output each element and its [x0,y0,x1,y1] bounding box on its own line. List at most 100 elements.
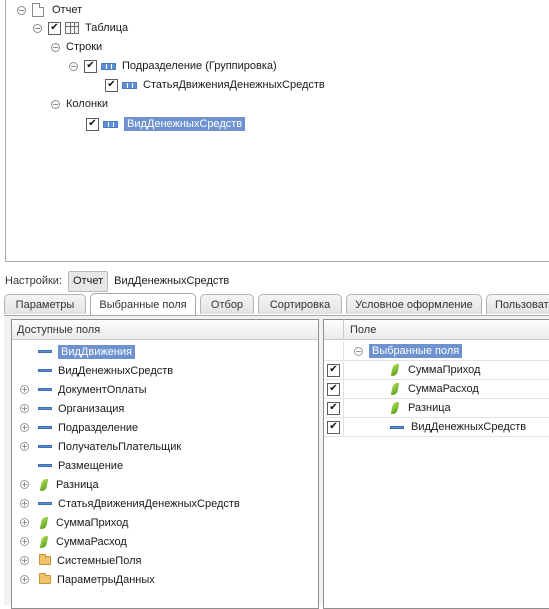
tree-node-grouping-cash-type[interactable]: ✔ ВидДенежныхСредств [86,115,246,133]
field-icon [38,426,52,429]
field-label: СуммаРасход [56,535,127,548]
table-icon [65,22,79,34]
field-label: СуммаПриход [408,364,481,376]
tab-user-settings[interactable]: Пользоват [486,294,549,314]
list-item[interactable]: + ДокументОплаты [12,380,318,399]
selected-fields-header: Поле [324,320,549,340]
field-icon [390,425,404,429]
tree-node-columns[interactable]: − Колонки [51,95,108,113]
table-row[interactable]: ✔ СуммаРасход [324,380,549,399]
enable-checkbox[interactable]: ✔ [84,59,97,73]
list-item[interactable]: + СуммаРасход [12,532,318,551]
field-label: ВидДенежныхСредств [58,364,174,377]
list-item[interactable]: + СуммаПриход [12,513,318,532]
expand-icon[interactable]: + [20,423,29,432]
field-label: СуммаПриход [56,516,129,529]
use-field-checkbox[interactable]: ✔ [327,401,340,415]
list-item[interactable]: + СтатьяДвиженияДенежныхСредств [12,494,318,513]
collapse-toggle-icon[interactable]: − [17,5,26,15]
available-fields-grid[interactable]: Доступные поля ВидДвижения ВидДенежныхСр… [11,319,319,609]
tree-node-label: ВидДенежныхСредств [124,117,246,131]
tab-filter[interactable]: Отбор [200,294,254,314]
folder-icon [39,573,51,584]
use-field-checkbox[interactable]: ✔ [327,363,340,377]
check-column-header [324,320,344,339]
settings-scope-button[interactable]: Отчет [68,270,109,292]
field-label: СуммаРасход [408,383,479,395]
tree-node-grouping-cashflow-item[interactable]: ✔ СтатьяДвиженияДенежныхСредств [105,76,325,94]
expand-icon[interactable]: + [20,537,29,546]
tree-node-grouping-subdivision[interactable]: − ✔ Подразделение (Группировка) [69,57,277,75]
list-item[interactable]: + ПолучательПлательщик [12,437,318,456]
tree-node-label: Таблица [85,22,129,34]
list-item[interactable]: ВидДенежныхСредств [12,361,318,380]
expand-icon[interactable]: + [20,575,29,584]
enable-checkbox[interactable]: ✔ [48,21,61,35]
list-item[interactable]: Размещение [12,456,318,475]
collapse-toggle-icon[interactable]: − [354,346,363,356]
field-label: Размещение [58,459,124,472]
tab-parameters[interactable]: Параметры [4,294,86,314]
field-label: СистемныеПоля [57,554,142,567]
selected-fields-grid[interactable]: Поле − Выбранные поля ✔ СуммаПриход ✔ Су… [323,319,549,609]
collapse-toggle-icon[interactable]: − [51,42,60,52]
table-row[interactable]: ✔ Разница [324,399,549,418]
field-label: Подразделение [58,421,139,434]
field-label: ДокументОплаты [58,383,147,396]
resource-icon [390,402,400,414]
grouping-icon [122,81,137,89]
tab-sorting[interactable]: Сортировка [258,294,342,314]
settings-bar: Настройки: Отчет ВидДенежныхСредств [5,270,229,292]
collapse-toggle-icon[interactable]: − [51,99,60,109]
tree-node-label: Строки [66,41,103,53]
field-label: ВидДенежныхСредств [411,421,527,433]
tab-conditional-appearance[interactable]: Условное оформление [346,294,482,314]
check-cell: ✔ [324,361,344,379]
collapse-toggle-icon[interactable]: − [33,23,42,33]
field-label: ВидДвижения [58,344,135,359]
expand-icon[interactable]: + [20,385,29,394]
table-row[interactable]: ✔ СуммаПриход [324,361,549,380]
field-label: СтатьяДвиженияДенежныхСредств [58,497,240,510]
tree-node-table[interactable]: − ✔ Таблица [33,19,128,37]
tree-node-report[interactable]: − Отчет [17,1,82,19]
check-cell: ✔ [324,418,344,436]
settings-current-node: ВидДенежныхСредств [114,275,230,287]
use-field-checkbox[interactable]: ✔ [327,382,340,396]
selected-fields-group-row[interactable]: − Выбранные поля [324,342,549,361]
tree-node-label: Подразделение (Группировка) [122,60,277,72]
enable-checkbox[interactable]: ✔ [86,117,99,131]
resource-icon [390,364,400,376]
settings-label: Настройки: [5,275,62,287]
expand-icon[interactable]: + [20,404,29,413]
table-row[interactable]: ✔ ВидДенежныхСредств [324,418,549,437]
check-cell [324,342,344,360]
enable-checkbox[interactable]: ✔ [105,78,118,92]
list-item[interactable]: + СистемныеПоля [12,551,318,570]
collapse-toggle-icon[interactable]: − [69,61,78,71]
check-cell: ✔ [324,380,344,398]
expand-icon[interactable]: + [20,499,29,508]
expand-icon[interactable]: + [20,442,29,451]
selected-fields-group-label: Выбранные поля [369,344,463,358]
list-item[interactable]: + ПараметрыДанных [12,570,318,589]
list-item[interactable]: ВидДвижения [12,342,318,361]
tree-node-label: СтатьяДвиженияДенежныхСредств [143,79,325,91]
field-icon [38,388,52,391]
expand-icon[interactable]: + [20,518,29,527]
tab-selected-fields[interactable]: Выбранные поля [90,293,196,315]
field-icon [38,407,52,410]
field-label: Организация [58,402,125,415]
field-icon [38,445,52,448]
available-fields-header: Доступные поля [12,320,318,340]
resource-icon [390,383,400,395]
tree-node-rows[interactable]: − Строки [51,38,102,56]
expand-icon[interactable]: + [20,556,29,565]
field-label: ПолучательПлательщик [58,440,182,453]
list-item[interactable]: + Подразделение [12,418,318,437]
list-item[interactable]: + Организация [12,399,318,418]
field-icon [38,464,52,467]
use-field-checkbox[interactable]: ✔ [327,420,340,434]
expand-icon[interactable]: + [20,480,29,489]
list-item[interactable]: + Разница [12,475,318,494]
